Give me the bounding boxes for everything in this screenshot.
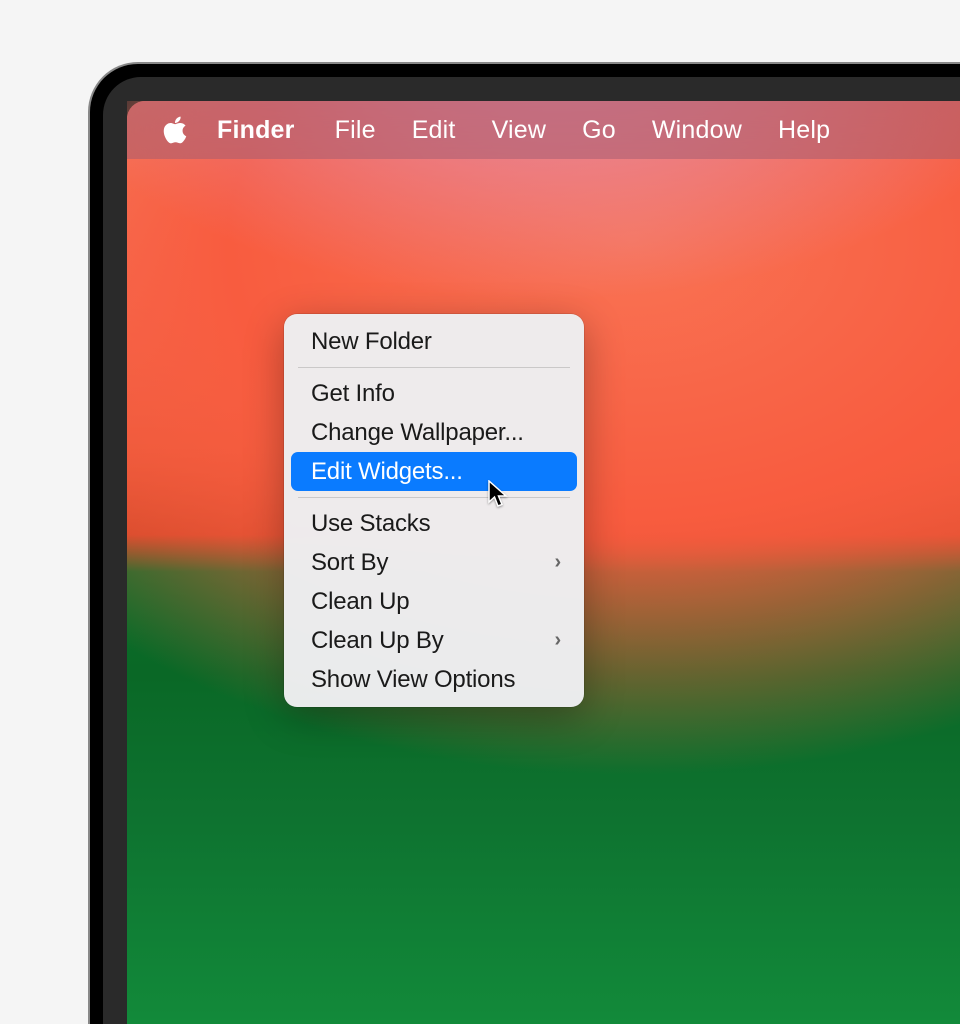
menubar-app-name[interactable]: Finder xyxy=(217,116,317,145)
desktop-context-menu: New Folder Get Info Change Wallpaper... … xyxy=(284,314,584,707)
device-inner-bezel: Finder File Edit View Go Window Help New… xyxy=(103,77,960,1024)
context-item-label: New Folder xyxy=(311,328,432,356)
context-item-label: Clean Up By xyxy=(311,627,444,655)
device-bezel: Finder File Edit View Go Window Help New… xyxy=(90,64,960,1024)
context-item-label: Clean Up xyxy=(311,588,409,616)
chevron-right-icon: › xyxy=(555,551,561,574)
context-item-label: Edit Widgets... xyxy=(311,458,463,486)
cursor-icon xyxy=(488,480,508,508)
context-menu-divider xyxy=(298,497,570,498)
menubar-item-file[interactable]: File xyxy=(317,116,394,145)
menubar-item-window[interactable]: Window xyxy=(634,116,760,145)
context-item-clean-up-by[interactable]: Clean Up By › xyxy=(291,621,577,660)
context-item-change-wallpaper[interactable]: Change Wallpaper... xyxy=(291,413,577,452)
context-item-new-folder[interactable]: New Folder xyxy=(291,322,577,361)
context-item-show-view-options[interactable]: Show View Options xyxy=(291,660,577,699)
context-item-label: Use Stacks xyxy=(311,510,430,538)
menubar-item-go[interactable]: Go xyxy=(564,116,634,145)
context-item-sort-by[interactable]: Sort By › xyxy=(291,543,577,582)
context-item-label: Change Wallpaper... xyxy=(311,419,524,447)
menubar-item-help[interactable]: Help xyxy=(760,116,848,145)
context-item-use-stacks[interactable]: Use Stacks xyxy=(291,504,577,543)
context-item-label: Show View Options xyxy=(311,666,515,694)
chevron-right-icon: › xyxy=(555,629,561,652)
menubar-item-edit[interactable]: Edit xyxy=(394,116,474,145)
context-item-label: Get Info xyxy=(311,380,395,408)
menubar-item-view[interactable]: View xyxy=(474,116,565,145)
context-item-label: Sort By xyxy=(311,549,388,577)
menubar: Finder File Edit View Go Window Help xyxy=(127,101,960,159)
context-menu-divider xyxy=(298,367,570,368)
context-item-clean-up[interactable]: Clean Up xyxy=(291,582,577,621)
apple-logo-icon[interactable] xyxy=(161,114,189,146)
screen: Finder File Edit View Go Window Help New… xyxy=(127,101,960,1024)
context-item-edit-widgets[interactable]: Edit Widgets... xyxy=(291,452,577,491)
desktop-wallpaper[interactable]: Finder File Edit View Go Window Help New… xyxy=(127,101,960,1024)
context-item-get-info[interactable]: Get Info xyxy=(291,374,577,413)
